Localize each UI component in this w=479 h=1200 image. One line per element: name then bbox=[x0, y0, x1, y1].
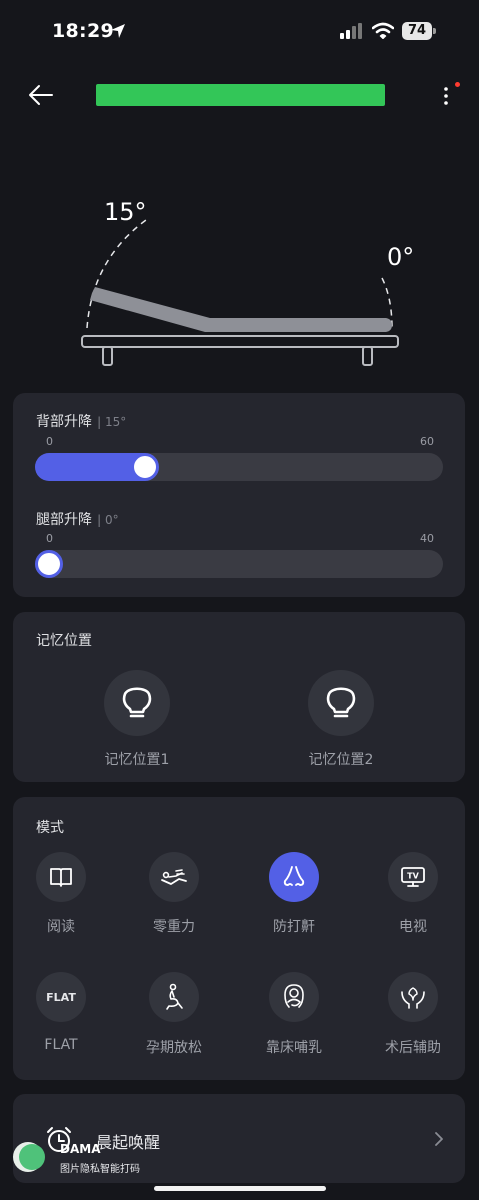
leg-slider-heading: 腿部升降 | 0° bbox=[36, 509, 119, 529]
wake-up-label: 晨起唤醒 bbox=[96, 1133, 161, 1152]
mode-tv-label: 电视 bbox=[399, 919, 427, 935]
mode-post-surgery-button[interactable] bbox=[388, 972, 438, 1022]
leg-slider-min: 0 bbox=[46, 532, 53, 545]
memory-2-button[interactable] bbox=[308, 670, 374, 736]
back-angle-readout: 15° bbox=[104, 198, 147, 226]
mode-zero-gravity-label: 零重力 bbox=[153, 919, 195, 935]
chevron-right-icon bbox=[435, 1132, 443, 1146]
back-slider-min: 0 bbox=[46, 435, 53, 448]
location-arrow-icon bbox=[111, 24, 125, 38]
lightbulb-icon bbox=[122, 687, 152, 718]
leg-slider-label: 腿部升降 bbox=[36, 512, 92, 528]
back-slider-max: 60 bbox=[420, 435, 434, 448]
more-options-icon[interactable] bbox=[440, 86, 452, 108]
flat-icon: FLAT bbox=[46, 990, 76, 1004]
mode-flat-button[interactable]: FLAT bbox=[36, 972, 86, 1022]
zero-gravity-icon bbox=[161, 869, 187, 885]
leg-slider-thumb[interactable] bbox=[35, 550, 63, 578]
mode-post-surgery-label: 术后辅助 bbox=[385, 1040, 441, 1056]
mode-pregnancy-button[interactable] bbox=[149, 972, 199, 1022]
page-title-redacted bbox=[96, 84, 385, 106]
cellular-signal-icon bbox=[340, 23, 362, 39]
home-indicator[interactable] bbox=[154, 1186, 326, 1191]
mode-nursing-button[interactable] bbox=[269, 972, 319, 1022]
tv-icon: TV bbox=[401, 867, 425, 887]
nursing-icon bbox=[284, 984, 304, 1008]
lightbulb-icon bbox=[326, 687, 356, 718]
back-arrow-icon[interactable] bbox=[28, 84, 54, 106]
back-slider-fill bbox=[35, 453, 145, 481]
mode-pregnancy-label: 孕期放松 bbox=[146, 1040, 202, 1056]
battery-indicator: 74 bbox=[402, 22, 432, 40]
mode-nursing-label: 靠床哺乳 bbox=[266, 1040, 322, 1056]
mode-zero-gravity-button[interactable] bbox=[149, 852, 199, 902]
mode-anti-snore-button[interactable] bbox=[269, 852, 319, 902]
mode-anti-snore-label: 防打鼾 bbox=[273, 919, 315, 935]
leg-slider-track[interactable] bbox=[35, 550, 443, 578]
wifi-icon bbox=[372, 22, 394, 39]
memory-1-button[interactable] bbox=[104, 670, 170, 736]
memory-1-label: 记忆位置1 bbox=[104, 752, 170, 768]
care-hands-icon bbox=[401, 987, 425, 1009]
mode-read-label: 阅读 bbox=[47, 919, 75, 935]
back-slider-heading: 背部升降 | 15° bbox=[36, 411, 126, 431]
watermark-brand: DAMA bbox=[60, 1142, 101, 1156]
mode-flat-label: FLAT bbox=[44, 1037, 78, 1053]
leg-slider-value: | 0° bbox=[97, 513, 119, 527]
leg-slider-max: 40 bbox=[420, 532, 434, 545]
tv-badge-text: TV bbox=[407, 872, 419, 881]
status-time: 18:29 bbox=[52, 20, 114, 42]
nose-icon bbox=[283, 866, 305, 886]
mode-tv-button[interactable]: TV bbox=[388, 852, 438, 902]
watermark-logo-icon bbox=[13, 1142, 45, 1172]
back-slider-thumb[interactable] bbox=[131, 453, 159, 481]
back-slider-value: | 15° bbox=[97, 415, 127, 429]
notification-dot bbox=[455, 82, 460, 87]
battery-tip bbox=[433, 28, 436, 34]
memory-title: 记忆位置 bbox=[36, 633, 92, 649]
back-slider-label: 背部升降 bbox=[36, 414, 92, 430]
mode-read-button[interactable] bbox=[36, 852, 86, 902]
leg-angle-readout: 0° bbox=[387, 243, 415, 271]
memory-2-label: 记忆位置2 bbox=[308, 752, 374, 768]
pregnancy-icon bbox=[166, 983, 183, 1010]
book-icon bbox=[50, 868, 72, 887]
mode-title: 模式 bbox=[36, 820, 64, 836]
watermark-caption: 图片隐私智能打码 bbox=[60, 1164, 140, 1175]
